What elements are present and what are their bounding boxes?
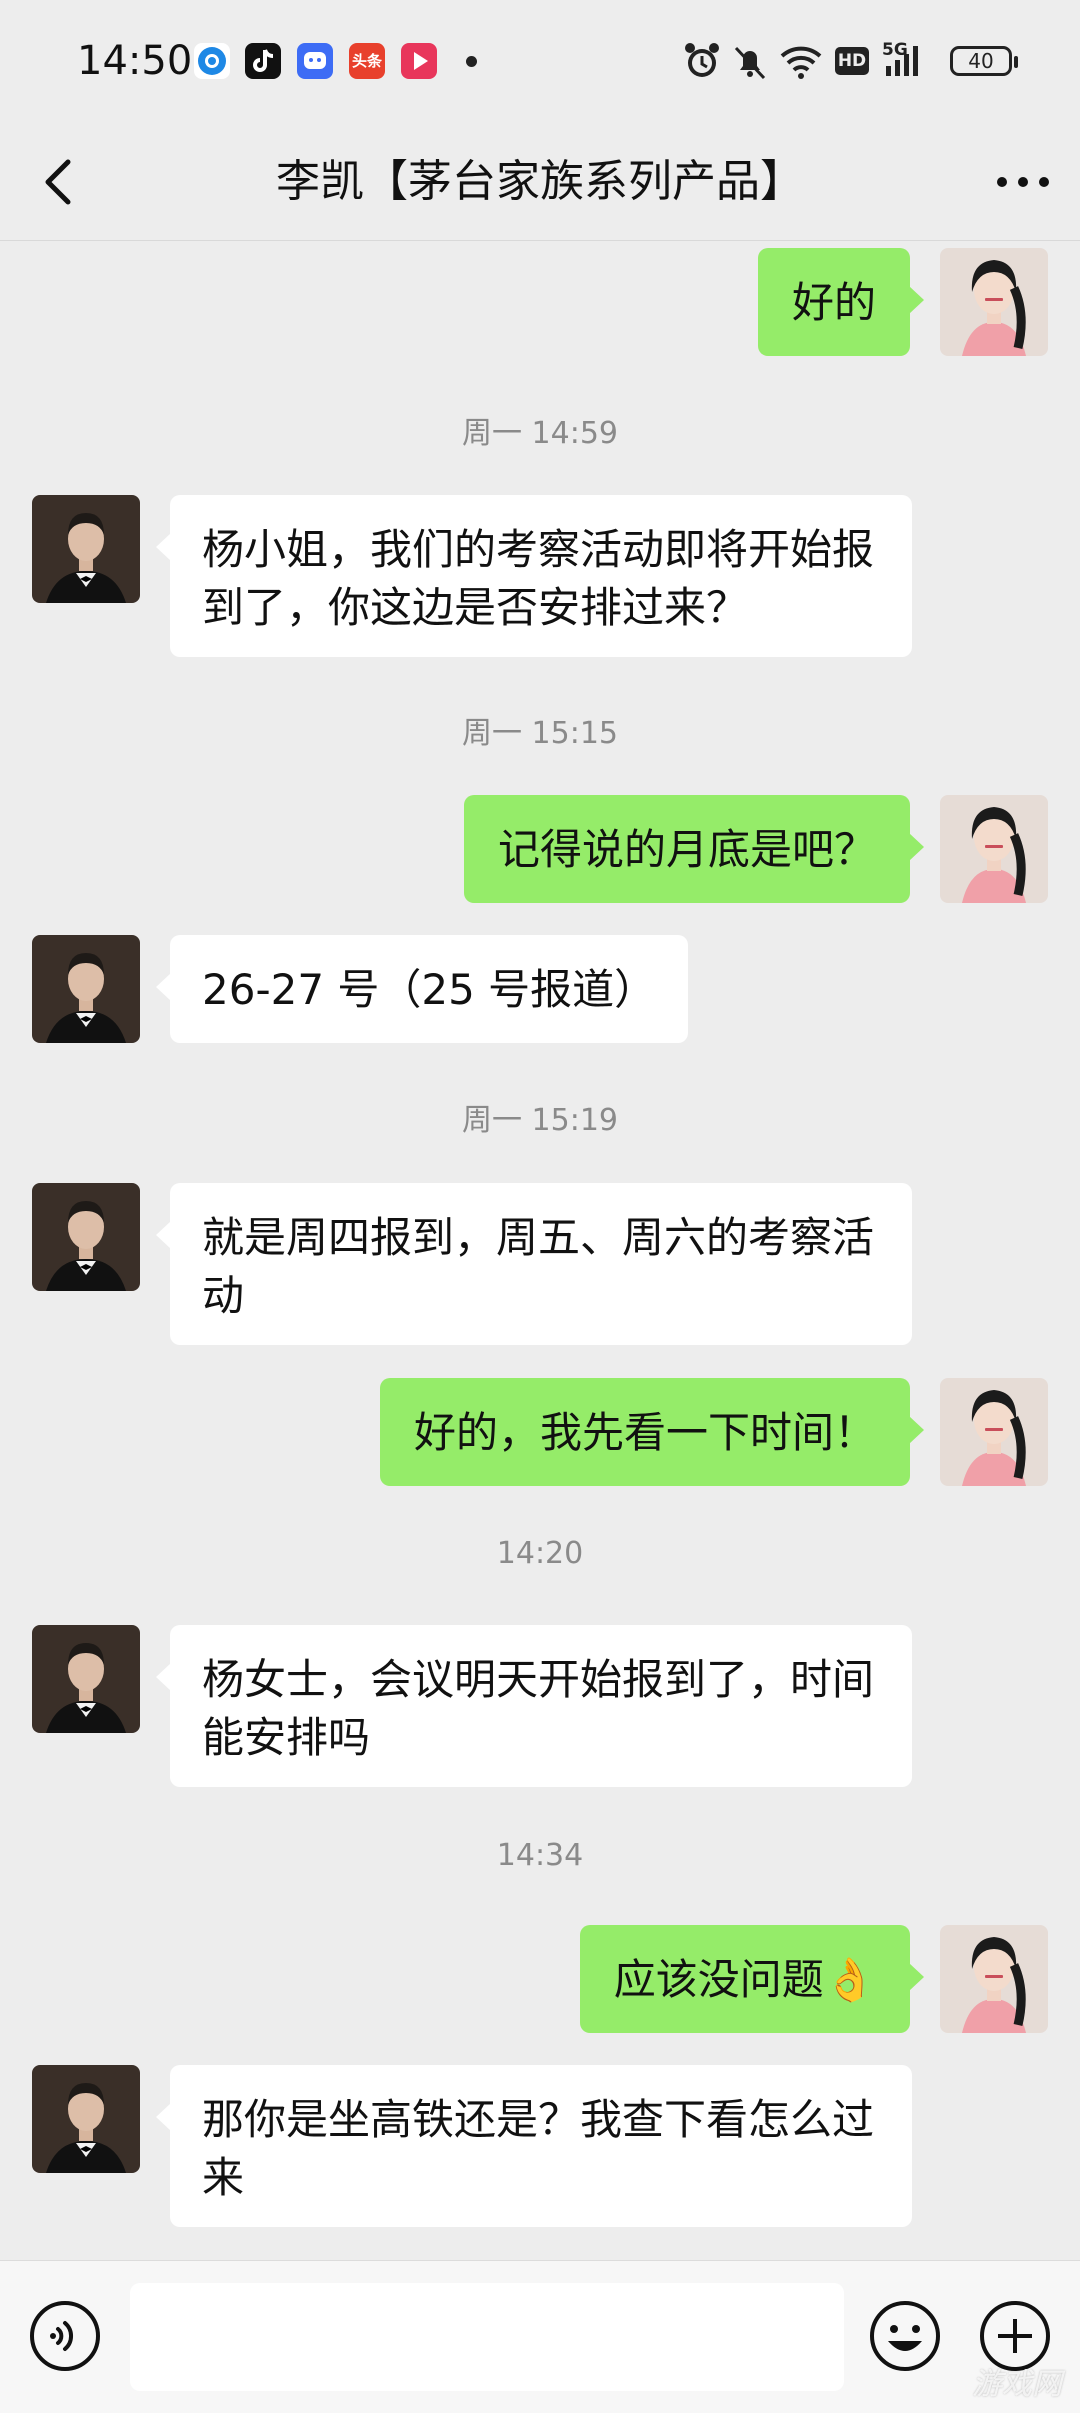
signal-icon: 5G <box>882 38 934 84</box>
message-bubble-self[interactable]: 好的 <box>757 248 925 356</box>
message-text: 好的，我先看一下时间！ <box>413 1408 876 1457</box>
timestamp: 周一 15:15 <box>462 716 618 751</box>
chat-app-icon <box>297 43 333 79</box>
browser-app-icon <box>194 43 230 79</box>
battery-icon: 40 <box>950 46 1018 76</box>
message-text: 杨女士，会议明天开始报到了，时间能安排吗 <box>202 1655 875 1762</box>
emoji-icon[interactable] <box>868 2299 942 2373</box>
message-bubble-contact[interactable]: 26-27 号（25 号报道） <box>155 935 689 1043</box>
message-text: 26-27 号（25 号报道） <box>202 965 657 1014</box>
message-bubble-contact[interactable]: 杨女士，会议明天开始报到了，时间能安排吗 <box>156 1625 912 1787</box>
toutiao-app-icon: 头条 <box>349 43 385 79</box>
self-avatar[interactable] <box>940 248 1048 356</box>
timestamp: 14:20 <box>496 1536 584 1571</box>
alarm-icon <box>685 43 719 77</box>
message-bubble-self[interactable]: 记得说的月底是吧？ <box>463 795 925 903</box>
message-bubble-contact[interactable]: 那你是坐高铁还是？我查下看怎么过来 <box>156 2065 912 2227</box>
self-avatar[interactable] <box>940 1378 1048 1486</box>
contact-avatar[interactable] <box>32 495 140 603</box>
contact-avatar[interactable] <box>32 935 140 1043</box>
battery-level: 40 <box>968 49 994 73</box>
message-text: 杨小姐，我们的考察活动即将开始报到了，你这边是否安排过来？ <box>202 525 875 632</box>
contact-avatar[interactable] <box>32 2065 140 2173</box>
contact-avatar[interactable] <box>32 1625 140 1733</box>
more-notifications-dot <box>466 56 477 67</box>
message-input[interactable] <box>130 2283 844 2391</box>
toutiao-app-label: 头条 <box>351 52 382 70</box>
message-text: 记得说的月底是吧？ <box>497 825 876 874</box>
message-bubble-contact[interactable]: 就是周四报到，周五、周六的考察活动 <box>156 1183 912 1345</box>
input-bar: 游戏网 <box>0 2260 1080 2413</box>
wifi-icon <box>780 46 822 79</box>
message-bubble-self[interactable]: 应该没问题👌 <box>579 1925 925 2033</box>
contact-avatar[interactable] <box>32 1183 140 1291</box>
chat-title: 李凯【茅台家族系列产品】 <box>276 156 804 207</box>
self-avatar[interactable] <box>940 1925 1048 2033</box>
message-bubble-contact[interactable]: 杨小姐，我们的考察活动即将开始报到了，你这边是否安排过来？ <box>156 495 912 657</box>
timestamp: 周一 15:19 <box>462 1103 618 1138</box>
voice-input-icon[interactable] <box>28 2299 102 2373</box>
timestamp: 14:34 <box>496 1838 584 1873</box>
mute-bell-icon <box>734 46 766 80</box>
message-text: 那你是坐高铁还是？我查下看怎么过来 <box>202 2095 875 2202</box>
message-text: 好的 <box>791 278 876 327</box>
message-list[interactable]: 好的 周一 14:59 杨小姐，我们的考察活动即将开始报到了，你这边是否安排过来… <box>0 240 1080 2260</box>
status-time: 14:50 <box>77 38 193 84</box>
chat-header: 李凯【茅台家族系列产品】 <box>0 124 1080 241</box>
tiktok-app-icon <box>245 43 281 79</box>
self-avatar[interactable] <box>940 795 1048 903</box>
hd-label: HD <box>837 51 867 71</box>
more-options-icon[interactable] <box>988 152 1058 212</box>
site-watermark: 游戏网 <box>972 2367 1062 2402</box>
hd-badge: HD <box>835 47 869 75</box>
message-text: 应该没问题 <box>613 1955 824 2004</box>
message-bubble-self[interactable]: 好的，我先看一下时间！ <box>379 1378 925 1486</box>
timestamp: 周一 14:59 <box>462 416 618 451</box>
back-arrow-icon[interactable] <box>30 150 90 214</box>
video-app-icon <box>401 43 437 79</box>
message-text: 就是周四报到，周五、周六的考察活动 <box>202 1213 875 1320</box>
ok-hand-emoji: 👌 <box>823 1955 876 2004</box>
status-bar: 14:50 头条 HD 5G 40 <box>0 0 1080 124</box>
